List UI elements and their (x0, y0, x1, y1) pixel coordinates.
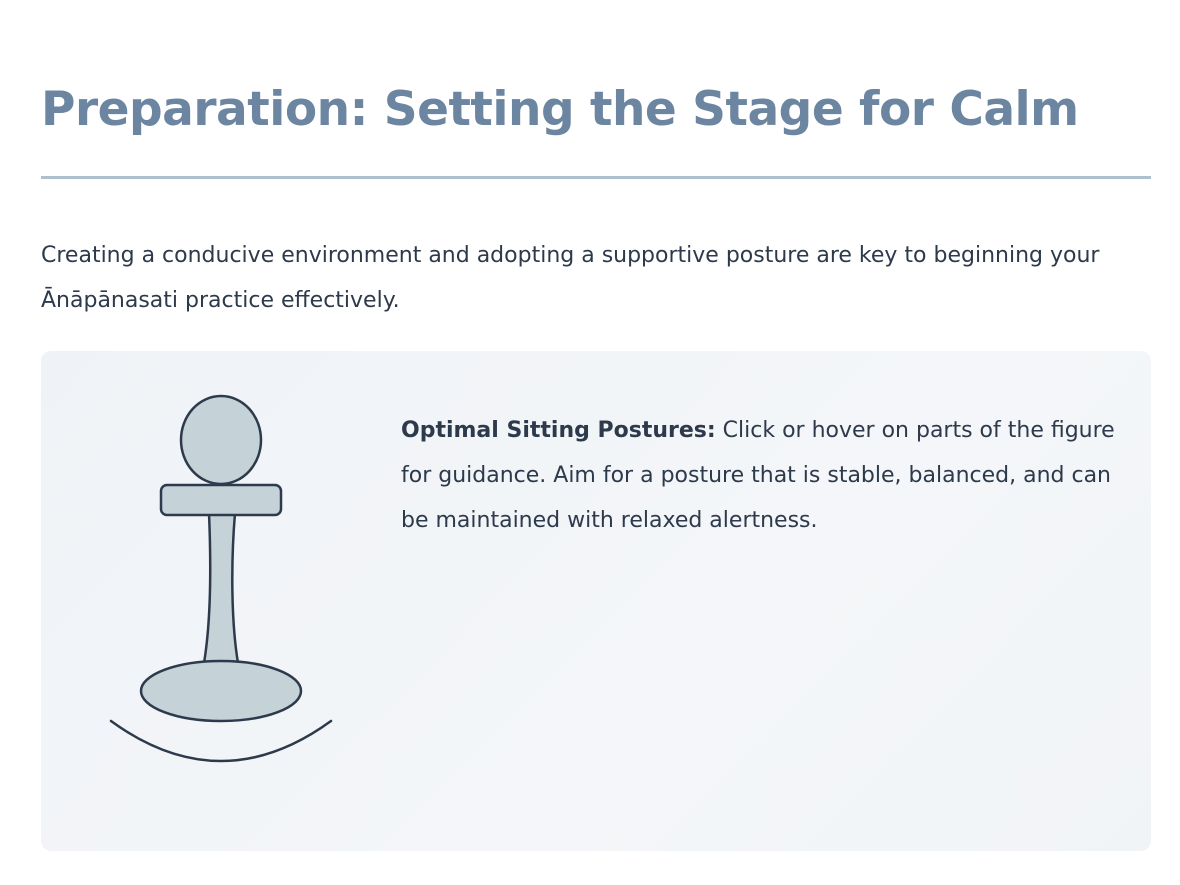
figure-spine[interactable] (202, 511, 240, 665)
posture-description: Optimal Sitting Postures: Click or hover… (401, 408, 1131, 543)
figure-seat[interactable] (139, 659, 303, 723)
page-title: Preparation: Setting the Stage for Calm (41, 82, 1079, 137)
figure-shoulders[interactable] (159, 483, 283, 517)
posture-heading: Optimal Sitting Postures: (401, 418, 716, 443)
posture-figure (101, 391, 341, 771)
title-divider (41, 176, 1151, 179)
page: Preparation: Setting the Stage for Calm … (0, 0, 1180, 885)
posture-figure-svg (109, 394, 333, 763)
posture-panel: Optimal Sitting Postures: Click or hover… (41, 351, 1151, 851)
figure-ground[interactable] (109, 719, 333, 763)
intro-paragraph: Creating a conducive environment and ado… (41, 243, 1100, 313)
figure-head[interactable] (179, 394, 263, 486)
